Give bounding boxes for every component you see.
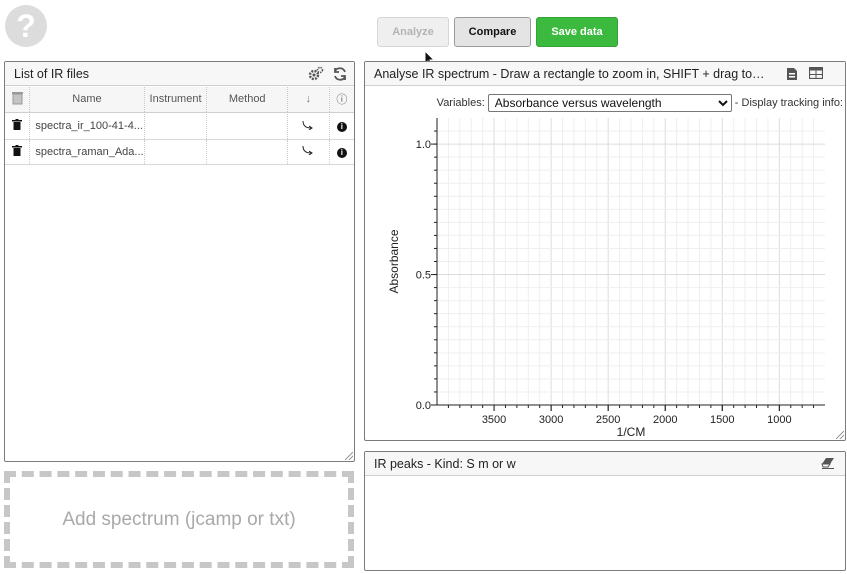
settings-icon[interactable]	[308, 66, 324, 81]
resize-handle[interactable]	[836, 431, 844, 439]
file-instrument[interactable]	[144, 114, 208, 140]
download-button[interactable]	[287, 114, 330, 140]
variables-label: Variables:	[436, 97, 485, 109]
spectrum-panel-title: Analyse IR spectrum - Draw a rectangle t…	[374, 67, 765, 81]
download-column[interactable]: ↓	[287, 87, 330, 113]
resize-handle[interactable]	[345, 452, 353, 460]
trash-icon[interactable]	[12, 144, 23, 156]
delete-row-button[interactable]	[5, 114, 31, 140]
info-icon[interactable]: i	[336, 147, 347, 158]
analyze-button[interactable]: Analyze	[377, 17, 449, 47]
column-instrument[interactable]: Instrument	[144, 87, 208, 113]
y-tick-label: 0.5	[416, 270, 431, 282]
x-tick-label: 1000	[767, 414, 791, 426]
trash-icon[interactable]	[12, 119, 23, 131]
x-axis-label: 1/CM	[617, 425, 646, 439]
curved-arrow-icon[interactable]	[302, 145, 314, 156]
y-tick-label: 0.0	[416, 400, 431, 412]
x-tick-label: 1500	[710, 414, 734, 426]
delete-all-column[interactable]	[5, 87, 31, 113]
variables-bar: Variables: Absorbance versus wavelength …	[365, 93, 843, 113]
file-name[interactable]: spectra_ir_100-41-4...	[29, 114, 145, 140]
file-name[interactable]: spectra_raman_Ada...	[29, 139, 145, 165]
files-panel-title: List of IR files	[14, 67, 90, 81]
variables-select[interactable]: Absorbance versus wavelength	[487, 94, 732, 112]
tracking-info-label: - Display tracking info:	[734, 97, 843, 109]
ir-peaks-panel-header: IR peaks - Kind: S m or w	[365, 452, 845, 476]
delete-row-button[interactable]	[5, 139, 31, 165]
table-row[interactable]: spectra_raman_Ada... i	[5, 139, 354, 165]
arrow-down-icon: ↓	[305, 93, 312, 106]
column-method[interactable]: Method	[206, 87, 288, 113]
export-file-icon[interactable]	[785, 67, 799, 81]
x-tick-label: 3000	[539, 414, 563, 426]
compare-button[interactable]: Compare	[454, 17, 531, 47]
add-spectrum-label: Add spectrum (jcamp or txt)	[62, 508, 296, 530]
download-button[interactable]	[287, 139, 330, 165]
save-data-button[interactable]: Save data	[536, 17, 618, 47]
curved-arrow-icon[interactable]	[302, 120, 314, 131]
chart-grid	[437, 118, 825, 405]
files-table-header: Name Instrument Method ↓ ⓘ	[5, 87, 354, 113]
files-panel: List of IR files Name Instrument Method …	[4, 61, 355, 462]
info-button[interactable]: i	[329, 139, 354, 165]
info-button[interactable]: i	[329, 114, 354, 140]
file-method[interactable]	[206, 114, 288, 140]
y-tick-label: 1.0	[416, 139, 431, 151]
table-row[interactable]: spectra_ir_100-41-4... i	[5, 114, 354, 140]
x-tick-label: 3500	[482, 414, 506, 426]
info-column: ⓘ	[329, 87, 354, 113]
info-outline-icon: ⓘ	[336, 94, 348, 107]
eraser-icon[interactable]	[821, 457, 835, 471]
file-instrument[interactable]	[144, 139, 208, 165]
spectrum-panel-header: Analyse IR spectrum - Draw a rectangle t…	[365, 62, 845, 86]
help-icon[interactable]: ?	[5, 5, 47, 47]
ir-peaks-panel: IR peaks - Kind: S m or w	[364, 451, 846, 571]
ir-peaks-panel-title: IR peaks - Kind: S m or w	[374, 457, 516, 471]
column-name[interactable]: Name	[29, 87, 145, 113]
x-tick-label: 2000	[653, 414, 677, 426]
info-icon[interactable]: i	[336, 122, 347, 133]
files-panel-header: List of IR files	[5, 62, 354, 86]
trash-icon[interactable]	[11, 91, 24, 105]
file-method[interactable]	[206, 139, 288, 165]
spectrum-panel: Analyse IR spectrum - Draw a rectangle t…	[364, 61, 846, 441]
add-spectrum-dropzone[interactable]: Add spectrum (jcamp or txt)	[4, 471, 354, 568]
spectrum-chart[interactable]: 3500 3000 2500 2000 1500 10000.00.51.0 1/CM A…	[365, 114, 845, 440]
chart-axes: 3500 3000 2500 2000 1500 10000.00.51.0	[416, 118, 825, 426]
table-icon[interactable]	[808, 66, 824, 81]
files-table: Name Instrument Method ↓ ⓘ spectra_ir_10…	[5, 87, 354, 165]
refresh-icon[interactable]	[332, 66, 346, 81]
y-axis-label: Absorbance	[387, 229, 401, 293]
